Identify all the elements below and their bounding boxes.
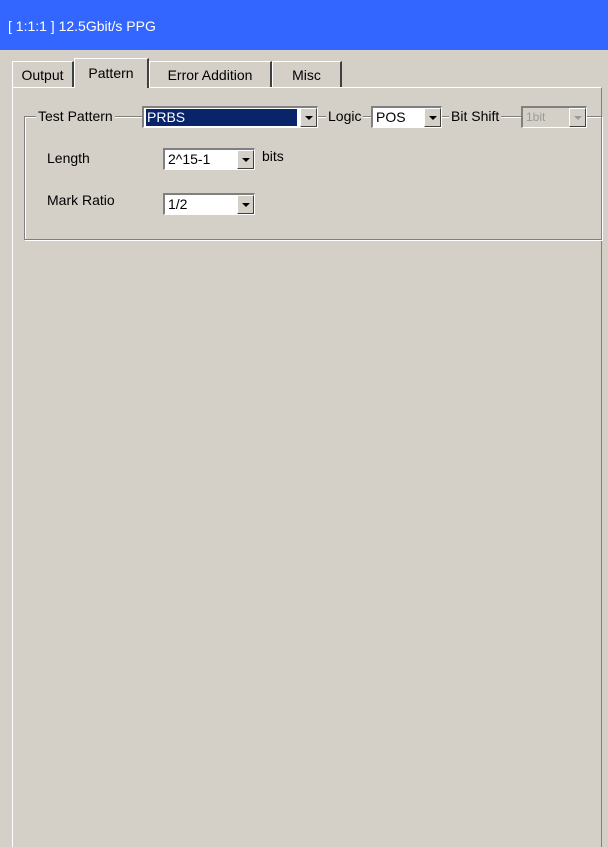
- tab-output[interactable]: Output: [12, 61, 74, 87]
- chevron-down-icon[interactable]: [300, 108, 317, 127]
- chevron-down-icon[interactable]: [569, 108, 586, 127]
- chevron-down-icon[interactable]: [237, 195, 254, 214]
- test-pattern-select[interactable]: PRBS: [142, 106, 318, 128]
- logic-value: POS: [376, 109, 406, 125]
- title-bar: [ 1:1:1 ] 12.5Gbit/s PPG: [0, 0, 608, 50]
- length-value: 2^15-1: [168, 151, 211, 167]
- length-unit: bits: [262, 148, 284, 164]
- logic-label: Logic: [326, 106, 364, 126]
- bit-shift-label: Bit Shift: [449, 106, 502, 126]
- chevron-down-icon[interactable]: [424, 108, 441, 127]
- length-select[interactable]: 2^15-1: [163, 148, 255, 170]
- length-label: Length: [47, 150, 90, 166]
- bit-shift-select[interactable]: 1bit: [521, 106, 587, 128]
- logic-select[interactable]: POS: [371, 106, 442, 128]
- window-title: [ 1:1:1 ] 12.5Gbit/s PPG: [8, 18, 156, 34]
- bit-shift-value: 1bit: [526, 110, 546, 124]
- test-pattern-value: PRBS: [146, 109, 297, 126]
- mark-ratio-label: Mark Ratio: [47, 192, 115, 208]
- tab-misc[interactable]: Misc: [272, 61, 342, 87]
- chevron-down-icon[interactable]: [237, 150, 254, 169]
- tab-error-addition[interactable]: Error Addition: [149, 61, 272, 87]
- test-pattern-label: Test Pattern: [36, 106, 115, 126]
- mark-ratio-select[interactable]: 1/2: [163, 193, 255, 215]
- tab-pattern[interactable]: Pattern: [74, 58, 149, 88]
- test-pattern-group: [24, 116, 602, 240]
- mark-ratio-value: 1/2: [168, 196, 188, 212]
